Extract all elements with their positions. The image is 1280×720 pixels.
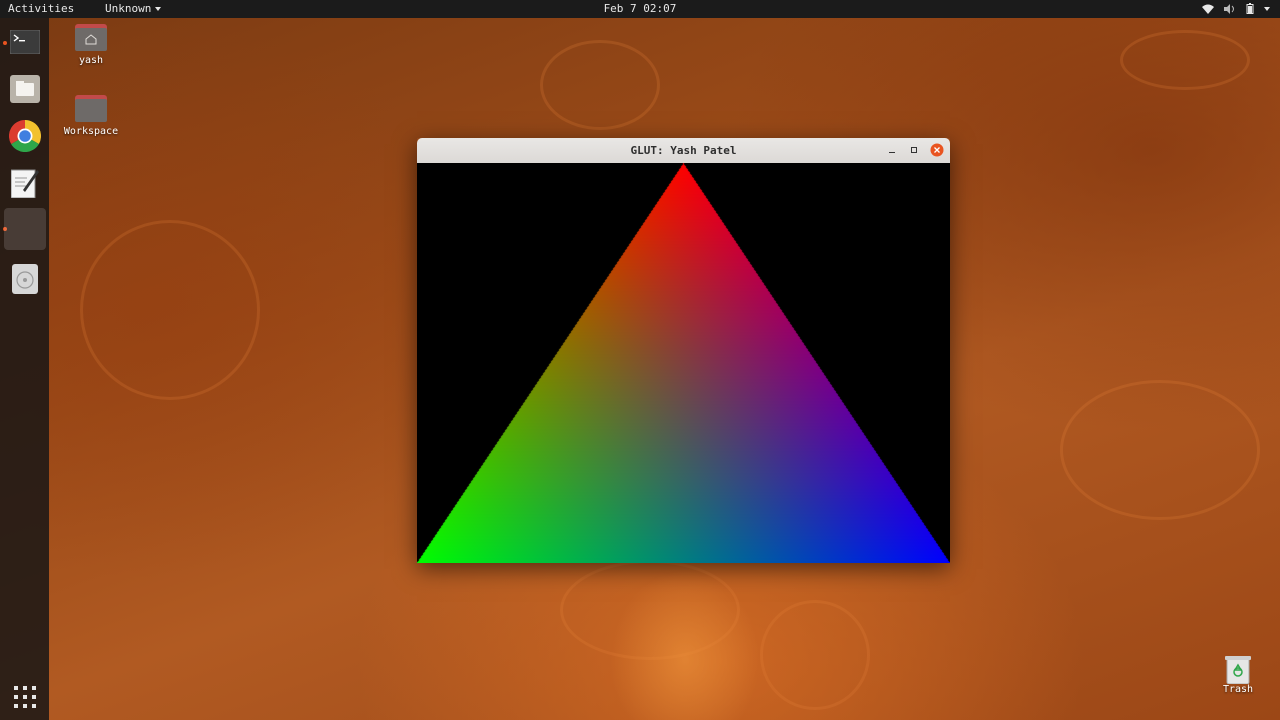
- maximize-icon: [911, 147, 917, 153]
- app-menu-label: Unknown: [105, 2, 152, 15]
- top-bar: Activities Unknown Feb 7 02:07: [0, 0, 1280, 18]
- trash-icon: [1225, 656, 1251, 684]
- window-title: GLUT: Yash Patel: [630, 144, 737, 157]
- desktop-icon-label: Trash: [1222, 684, 1254, 695]
- system-tray[interactable]: [1202, 3, 1270, 14]
- window-titlebar[interactable]: GLUT: Yash Patel: [417, 138, 950, 163]
- desktop-icon-workspace[interactable]: Workspace: [56, 95, 126, 137]
- dock: [0, 18, 49, 720]
- chrome-icon: [9, 120, 41, 152]
- home-folder-icon: [75, 24, 107, 51]
- battery-icon: [1246, 3, 1254, 14]
- volume-icon: [1224, 3, 1234, 14]
- clock[interactable]: Feb 7 02:07: [604, 2, 677, 15]
- wallpaper-swirl: [1060, 380, 1260, 520]
- dock-text-editor[interactable]: [4, 162, 46, 204]
- app-menu[interactable]: Unknown: [105, 2, 162, 15]
- dock-chrome[interactable]: [4, 115, 46, 157]
- files-icon: [10, 75, 40, 103]
- desktop-icon-label: Workspace: [63, 126, 119, 137]
- glut-window[interactable]: GLUT: Yash Patel: [417, 138, 950, 563]
- desktop-icon-label: yash: [78, 55, 104, 66]
- folder-icon: [75, 95, 107, 122]
- dock-files[interactable]: [4, 68, 46, 110]
- wallpaper-swirl: [540, 40, 660, 130]
- gl-canvas-area[interactable]: [417, 163, 950, 563]
- maximize-button[interactable]: [907, 143, 921, 157]
- minimize-button[interactable]: [885, 143, 899, 157]
- terminal-icon: [10, 30, 40, 54]
- desktop-icon-yash[interactable]: yash: [56, 24, 126, 66]
- wifi-icon: [1202, 4, 1214, 14]
- wallpaper-swirl: [1120, 30, 1250, 90]
- activities-button[interactable]: Activities: [8, 2, 74, 15]
- wallpaper-swirl: [760, 600, 870, 710]
- desktop-icon-trash[interactable]: Trash: [1210, 654, 1266, 695]
- text-editor-icon: [11, 169, 39, 198]
- close-button[interactable]: [930, 143, 944, 157]
- dock-terminal[interactable]: [4, 21, 46, 63]
- rgb-triangle: [417, 163, 950, 563]
- show-applications-button[interactable]: [4, 676, 46, 718]
- dock-glut-app[interactable]: [4, 208, 46, 250]
- wallpaper-figure: [610, 570, 760, 720]
- chevron-down-icon: [155, 6, 162, 11]
- disc-icon: [12, 264, 38, 294]
- dock-disc[interactable]: [4, 258, 46, 300]
- close-icon: [930, 143, 944, 157]
- minimize-icon: [889, 152, 895, 153]
- wallpaper-swirl: [80, 220, 260, 400]
- chevron-down-icon: [1264, 6, 1270, 11]
- show-applications-icon: [14, 686, 36, 708]
